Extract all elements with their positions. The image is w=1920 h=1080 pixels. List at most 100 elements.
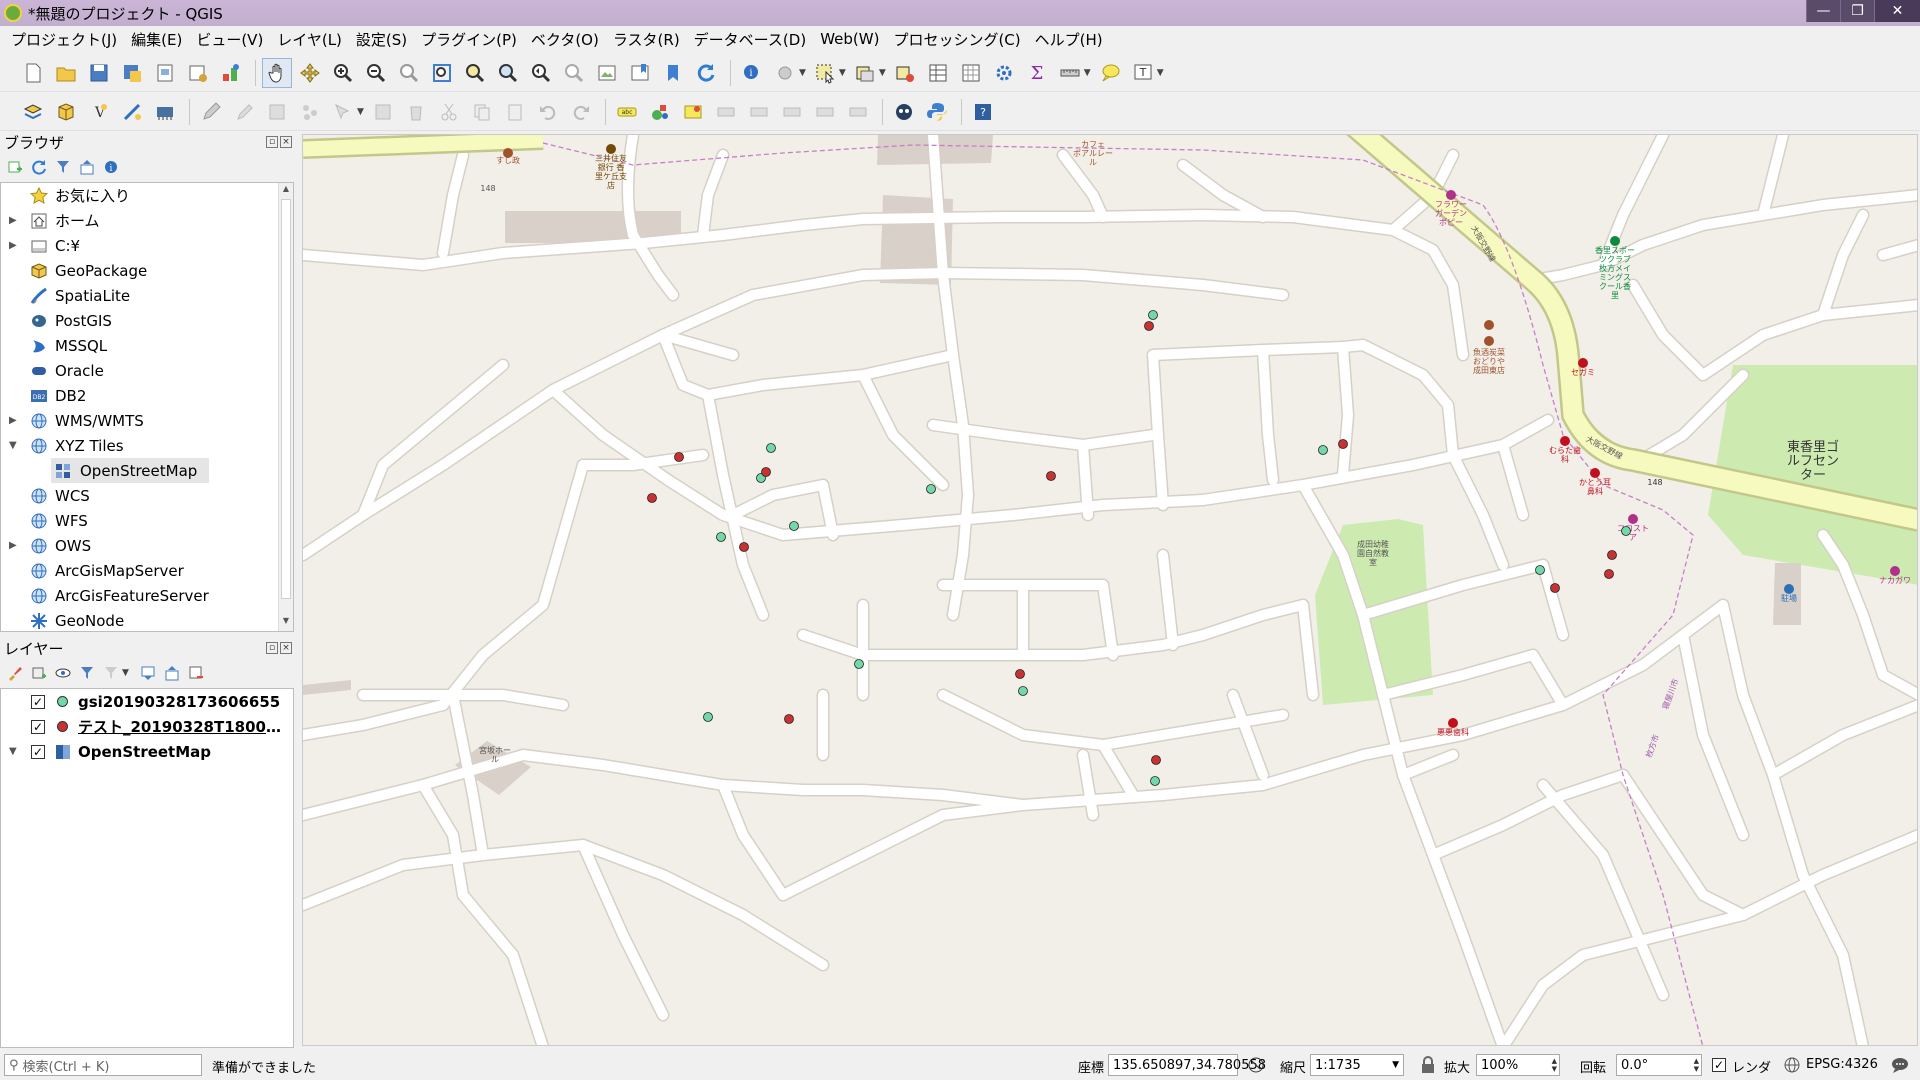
gsi-point[interactable] [1621, 526, 1631, 536]
browser-item-xyz-tiles[interactable]: ▼ XYZ Tiles [1, 433, 293, 458]
layer-visibility-checkbox[interactable]: ✓ [31, 719, 45, 734]
modify-attributes-icon[interactable] [368, 97, 398, 127]
menu-raster[interactable]: ラスタ(R) [606, 29, 687, 50]
python-console-icon[interactable] [922, 97, 952, 127]
style-manager-icon[interactable] [216, 58, 246, 88]
menu-vector[interactable]: ベクタ(O) [524, 29, 606, 50]
select-dropdown-icon[interactable]: ▼ [839, 68, 846, 78]
highlight-label-icon[interactable] [678, 97, 708, 127]
layer-item[interactable]: ✓ テスト_20190328T18004… [1, 714, 293, 739]
delete-selected-icon[interactable] [401, 97, 431, 127]
browser-item-postgis[interactable]: PostGIS [1, 308, 293, 333]
test-point[interactable] [1550, 583, 1560, 593]
scrollbar-thumb[interactable] [281, 199, 291, 599]
help-contents-icon[interactable]: ? [968, 97, 998, 127]
rotation-spin-icon[interactable]: ▲ ▼ [1694, 1057, 1699, 1073]
test-point[interactable] [1151, 755, 1161, 765]
test-point[interactable] [1607, 550, 1617, 560]
actions-icon[interactable] [770, 58, 800, 88]
browser-item-openstreetmap[interactable]: OpenStreetMap [1, 458, 293, 483]
browser-item-wms-wmts[interactable]: ▶ WMS/WMTS [1, 408, 293, 433]
gsi-point[interactable] [703, 712, 713, 722]
filter-expression-icon[interactable] [102, 664, 120, 682]
layers-float-button[interactable]: ▫ [266, 642, 278, 654]
add-feature-icon[interactable] [295, 97, 325, 127]
gsi-point[interactable] [1535, 565, 1545, 575]
scale-combo[interactable]: 1:1735 ▼ [1310, 1054, 1404, 1076]
new-print-layout-icon[interactable] [150, 58, 180, 88]
zoom-native-icon[interactable] [394, 58, 424, 88]
browser-item-mssql[interactable]: MSSQL [1, 333, 293, 358]
gsi-point[interactable] [854, 659, 864, 669]
edit-pencil-icon[interactable] [196, 97, 226, 127]
diagram-options-icon[interactable] [645, 97, 675, 127]
gsi-point[interactable] [1018, 686, 1028, 696]
scale-dropdown-icon[interactable]: ▼ [1392, 1060, 1399, 1070]
attribute-table-icon[interactable] [923, 58, 953, 88]
layer-item[interactable]: ✓ gsi20190328173606655 [1, 689, 293, 714]
map-canvas[interactable]: すし政 三井住友銀行 香里ケ丘支店 148 カフェポアルレール フラワーガーデンポピー大… [302, 134, 1918, 1046]
actions-dropdown-icon[interactable]: ▼ [799, 68, 806, 78]
layout-manager-icon[interactable] [183, 58, 213, 88]
test-point[interactable] [739, 542, 749, 552]
change-label-icon[interactable] [843, 97, 873, 127]
coord-field[interactable]: 135.650897,34.780558 [1108, 1054, 1266, 1076]
new-virtual-layer-icon[interactable] [150, 97, 180, 127]
refresh-browser-icon[interactable] [30, 158, 48, 176]
locator-search-input[interactable]: ⚲ 検索(Ctrl + K) [4, 1054, 202, 1076]
statistics-icon[interactable]: Σ [1022, 58, 1052, 88]
identify-icon[interactable]: i [737, 58, 767, 88]
text-annotation-icon[interactable]: T [1128, 58, 1158, 88]
save-edits-icon[interactable] [262, 97, 292, 127]
paste-features-icon[interactable] [500, 97, 530, 127]
open-project-icon[interactable] [51, 58, 81, 88]
processing-toolbox-icon[interactable] [989, 58, 1019, 88]
rotate-label-icon[interactable] [810, 97, 840, 127]
undo-icon[interactable] [533, 97, 563, 127]
show-bookmarks-icon[interactable] [658, 58, 688, 88]
move-label-icon[interactable] [777, 97, 807, 127]
gsi-point[interactable] [766, 443, 776, 453]
select-features-icon[interactable] [810, 58, 840, 88]
messages-icon[interactable] [1890, 1055, 1910, 1075]
gsi-point[interactable] [789, 521, 799, 531]
zoom-last-icon[interactable] [526, 58, 556, 88]
zoom-out-icon[interactable] [361, 58, 391, 88]
measure-icon[interactable] [1055, 58, 1085, 88]
menu-processing[interactable]: プロセッシング(C) [886, 29, 1027, 50]
new-map-view-icon[interactable] [592, 58, 622, 88]
layer-item[interactable]: ▼ ✓ OpenStreetMap [1, 739, 293, 764]
menu-layer[interactable]: レイヤ(L) [270, 29, 349, 50]
collapse-all-icon[interactable] [78, 158, 96, 176]
pin-label-icon[interactable] [711, 97, 741, 127]
map-tips-icon[interactable] [1095, 58, 1125, 88]
menu-view[interactable]: ビュー(V) [189, 29, 270, 50]
new-temp-layer-icon[interactable] [117, 97, 147, 127]
menu-edit[interactable]: 編集(E) [124, 29, 189, 50]
crs-label[interactable]: EPSG:4326 [1806, 1057, 1878, 1072]
browser-item-1[interactable]: ▶ ホーム [1, 208, 293, 233]
browser-item-oracle[interactable]: Oracle [1, 358, 293, 383]
magnify-spin-icon[interactable]: ▲ ▼ [1552, 1057, 1557, 1073]
test-point[interactable] [784, 714, 794, 724]
test-point[interactable] [1144, 321, 1154, 331]
data-source-manager-icon[interactable] [18, 97, 48, 127]
browser-close-button[interactable]: × [280, 136, 292, 148]
filter-expression-dropdown-icon[interactable]: ▼ [122, 668, 129, 678]
layer-visibility-checkbox[interactable]: ✓ [31, 694, 45, 709]
gsi-point[interactable] [716, 532, 726, 542]
test-point[interactable] [1604, 569, 1614, 579]
filter-browser-icon[interactable] [54, 158, 72, 176]
new-project-icon[interactable] [18, 58, 48, 88]
field-calculator-icon[interactable] [956, 58, 986, 88]
menu-project[interactable]: プロジェクト(J) [4, 29, 124, 50]
toggle-editing-icon[interactable] [229, 97, 259, 127]
scroll-down-icon[interactable]: ▼ [279, 616, 293, 630]
new-shapefile-icon[interactable]: V [84, 97, 114, 127]
expand-arrow-icon[interactable]: ▼ [9, 746, 17, 757]
menu-plugins[interactable]: プラグイン(P) [414, 29, 524, 50]
remove-layer-icon[interactable] [187, 664, 205, 682]
select-by-value-icon[interactable] [850, 58, 880, 88]
open-layer-styling-icon[interactable] [6, 664, 24, 682]
add-group-icon[interactable] [30, 664, 48, 682]
